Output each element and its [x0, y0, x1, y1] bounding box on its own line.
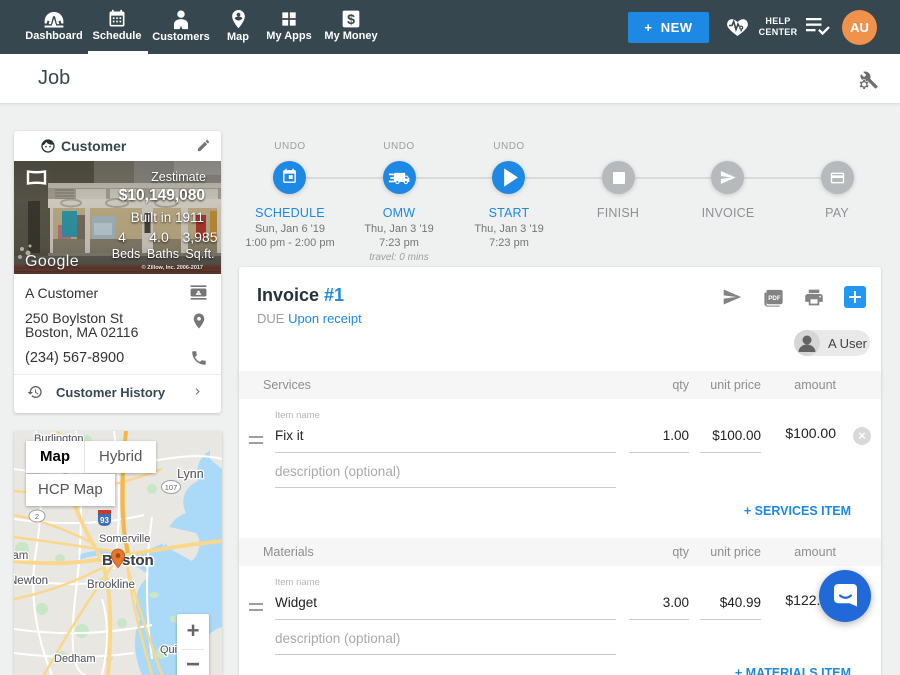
svg-text:Boston: Boston	[102, 552, 154, 569]
svg-text:Somerville: Somerville	[99, 533, 150, 545]
svg-text:Lynn: Lynn	[177, 467, 204, 481]
svg-text:ham: ham	[14, 550, 28, 562]
svg-text:Dedham: Dedham	[54, 653, 96, 665]
svg-text:107: 107	[165, 483, 178, 492]
svg-text:Brookline: Brookline	[87, 579, 135, 591]
svg-text:PDF: PDF	[768, 295, 781, 302]
svg-text:93: 93	[100, 516, 109, 525]
svg-text:$: $	[347, 12, 355, 28]
svg-text:2: 2	[35, 512, 39, 521]
svg-text:Newton: Newton	[14, 575, 48, 587]
